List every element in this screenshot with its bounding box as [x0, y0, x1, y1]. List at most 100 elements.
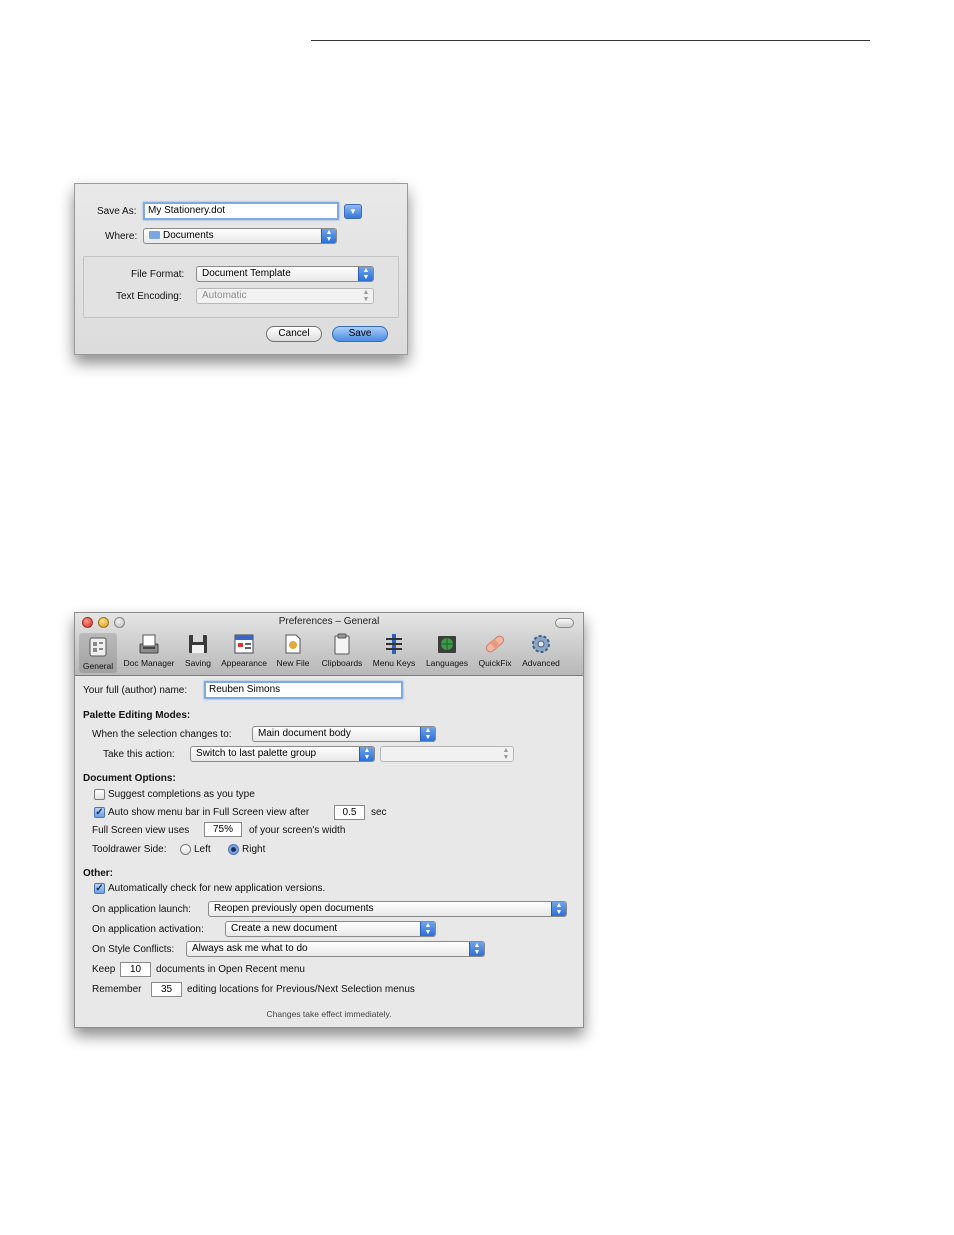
- style-conflicts-popup[interactable]: Always ask me what to do ▲ ▼: [186, 941, 485, 957]
- popup-arrows-icon: ▲ ▼: [551, 902, 566, 916]
- preferences-window: Preferences – General General Doc Manage…: [74, 612, 584, 1028]
- save-dialog: Save As: My Stationery.dot ▼ Where: Docu…: [74, 183, 408, 355]
- appearance-icon: [232, 632, 256, 656]
- remember-suffix: editing locations for Previous/Next Sele…: [187, 984, 415, 995]
- auto-show-delay-field[interactable]: 0.5: [334, 805, 365, 820]
- header-rule: [311, 40, 870, 41]
- file-format-popup[interactable]: Document Template ▲ ▼: [196, 266, 374, 282]
- full-screen-width-field[interactable]: 75%: [204, 822, 242, 837]
- remember-label: Remember: [92, 984, 142, 995]
- popup-arrows-icon: ▲ ▼: [321, 229, 336, 243]
- author-label: Your full (author) name:: [83, 685, 188, 696]
- auto-check-updates-checkbox[interactable]: ✓: [94, 883, 105, 894]
- launch-popup[interactable]: Reopen previously open documents ▲ ▼: [208, 901, 567, 917]
- activation-value: Create a new document: [231, 923, 338, 934]
- toolbar-doc-manager[interactable]: Doc Manager: [121, 632, 177, 668]
- globe-book-icon: [435, 632, 459, 656]
- suggest-completions-label: Suggest completions as you type: [108, 789, 255, 800]
- auto-check-updates-label: Automatically check for new application …: [108, 883, 326, 894]
- selection-changes-label: When the selection changes to:: [92, 729, 232, 740]
- launch-value: Reopen previously open documents: [214, 903, 374, 914]
- popup-arrows-icon: ▲ ▼: [499, 747, 513, 761]
- toolbar-label: Saving: [185, 658, 211, 668]
- tooldrawer-left-radio[interactable]: [180, 844, 191, 855]
- popup-arrows-icon: ▲ ▼: [358, 267, 373, 281]
- menu-keys-icon: [382, 632, 406, 656]
- toolbar-label: Doc Manager: [123, 658, 175, 668]
- recent-documents-count-field[interactable]: 10: [120, 962, 151, 977]
- file-format-label: File Format:: [131, 269, 185, 280]
- activation-popup[interactable]: Create a new document ▲ ▼: [225, 921, 436, 937]
- folder-icon: [149, 231, 160, 239]
- gear-icon: [529, 632, 553, 656]
- toolbar-label: General: [82, 661, 114, 671]
- doc-manager-icon: [137, 632, 161, 656]
- toolbar-label: Advanced: [522, 658, 560, 668]
- toolbar-menu-keys[interactable]: Menu Keys: [370, 632, 418, 668]
- full-screen-suffix: of your screen's width: [249, 825, 346, 836]
- toolbar-label: QuickFix: [478, 658, 512, 668]
- palette-group-popup: ▲ ▼: [380, 746, 514, 762]
- titlebar: Preferences – General General Doc Manage…: [75, 613, 583, 676]
- text-encoding-label: Text Encoding:: [116, 291, 182, 302]
- clipboard-icon: [330, 632, 354, 656]
- disclosure-triangle-icon: ▼: [349, 207, 357, 216]
- cancel-button[interactable]: Cancel: [266, 326, 322, 342]
- activation-label: On application activation:: [92, 924, 204, 935]
- selection-changes-popup[interactable]: Main document body ▲ ▼: [252, 726, 436, 742]
- window-title: Preferences – General: [278, 616, 380, 627]
- keep-label: Keep: [92, 964, 116, 975]
- toolbar-label: Menu Keys: [372, 658, 416, 668]
- changes-note: Changes take effect immediately.: [266, 1009, 392, 1019]
- save-button[interactable]: Save: [332, 326, 388, 342]
- new-file-icon: [281, 632, 305, 656]
- take-action-popup[interactable]: Switch to last palette group ▲ ▼: [190, 746, 375, 762]
- style-conflicts-label: On Style Conflicts:: [92, 944, 175, 955]
- editing-locations-count-field[interactable]: 35: [151, 982, 182, 997]
- toolbar-appearance[interactable]: Appearance: [218, 632, 270, 668]
- floppy-disk-icon: [186, 632, 210, 656]
- expand-dialog-button[interactable]: ▼: [344, 204, 362, 219]
- popup-arrows-icon: ▲ ▼: [420, 922, 435, 936]
- toolbar-quickfix[interactable]: QuickFix: [475, 632, 515, 668]
- take-action-value: Switch to last palette group: [196, 748, 317, 759]
- filename-field[interactable]: My Stationery.dot: [143, 202, 339, 220]
- toolbar-advanced[interactable]: Advanced: [519, 632, 563, 668]
- style-conflicts-value: Always ask me what to do: [192, 943, 308, 954]
- tooldrawer-right-label: Right: [242, 844, 266, 855]
- auto-show-menu-checkbox[interactable]: ✓: [94, 807, 105, 818]
- suggest-completions-checkbox[interactable]: [94, 789, 105, 800]
- general-pane: Your full (author) name: Reuben Simons P…: [75, 676, 583, 1026]
- toolbar-languages[interactable]: Languages: [423, 632, 471, 668]
- toolbar-toggle-button[interactable]: [555, 618, 574, 628]
- tooldrawer-right-radio[interactable]: [228, 844, 239, 855]
- bandage-icon: [483, 632, 507, 656]
- toolbar-clipboards[interactable]: Clipboards: [317, 632, 367, 668]
- keep-suffix: documents in Open Recent menu: [156, 964, 305, 975]
- toolbar-label: Languages: [425, 658, 469, 668]
- document-options-heading: Document Options:: [83, 773, 176, 784]
- general-icon: [86, 635, 110, 659]
- launch-label: On application launch:: [92, 904, 191, 915]
- text-encoding-value: Automatic: [202, 290, 247, 301]
- tooldrawer-left-label: Left: [194, 844, 211, 855]
- popup-arrows-icon: ▲ ▼: [420, 727, 435, 741]
- where-popup[interactable]: Documents ▲ ▼: [143, 228, 337, 244]
- toolbar-label: Appearance: [221, 658, 267, 668]
- where-label: Where:: [105, 231, 138, 242]
- tooldrawer-label: Tooldrawer Side:: [92, 844, 167, 855]
- author-name-field[interactable]: Reuben Simons: [204, 681, 403, 699]
- auto-show-menu-label: Auto show menu bar in Full Screen view a…: [108, 807, 310, 818]
- popup-arrows-icon: ▲ ▼: [469, 942, 484, 956]
- toolbar-saving[interactable]: Saving: [181, 632, 215, 668]
- popup-arrows-icon: ▲ ▼: [359, 747, 374, 761]
- popup-arrows-icon: ▲ ▼: [359, 289, 373, 303]
- toolbar-general[interactable]: General: [79, 633, 117, 673]
- seconds-unit: sec: [371, 807, 387, 818]
- toolbar-new-file[interactable]: New File: [273, 632, 313, 668]
- full-screen-label: Full Screen view uses: [92, 825, 190, 836]
- palette-editing-heading: Palette Editing Modes:: [83, 710, 191, 721]
- save-as-label: Save As:: [97, 206, 137, 217]
- take-action-label: Take this action:: [103, 749, 175, 760]
- where-value: Documents: [163, 230, 214, 241]
